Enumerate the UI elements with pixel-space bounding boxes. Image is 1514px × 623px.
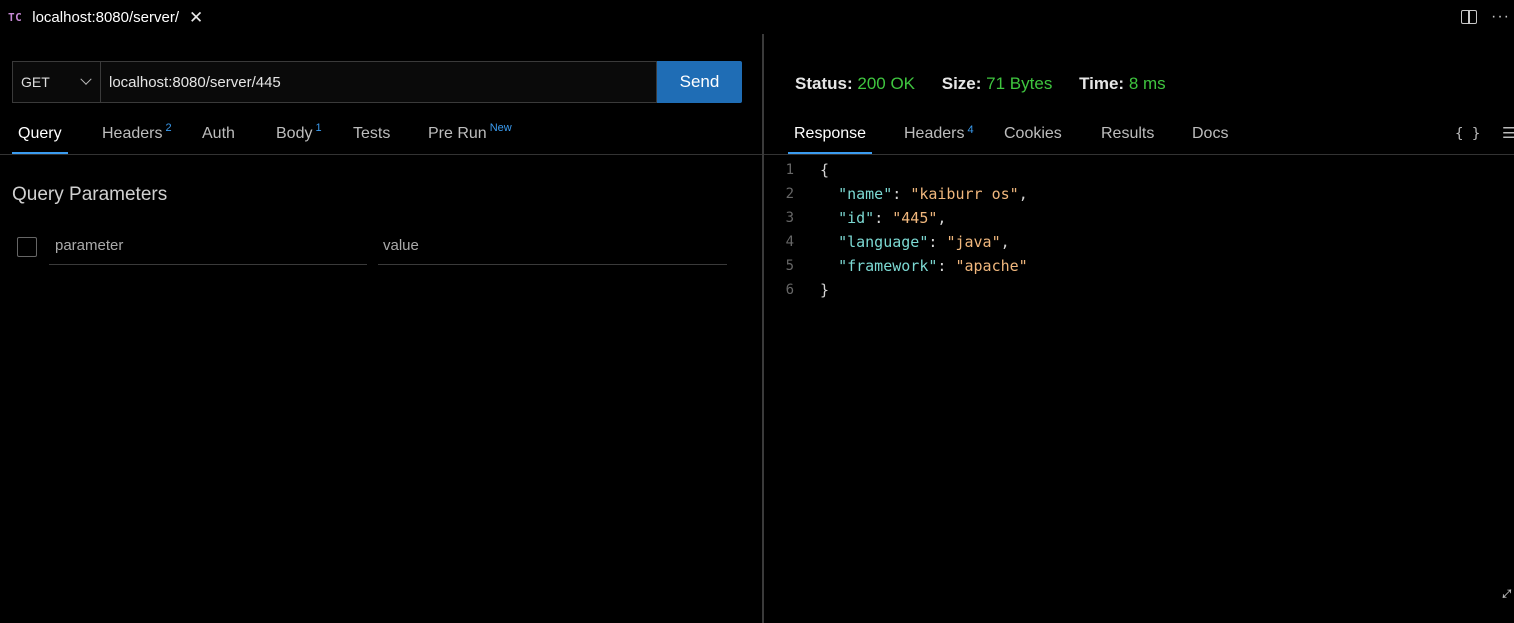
json-key: "id"	[838, 209, 875, 227]
tab-badge: 4	[967, 124, 974, 136]
line-number: 6	[785, 282, 794, 298]
divider	[764, 154, 1514, 155]
line-number: 2	[785, 186, 794, 202]
tab-docs[interactable]: Docs	[1192, 122, 1228, 154]
title-bar: TC localhost:8080/server/ ✕ ···	[0, 0, 1514, 34]
json-key: "language"	[838, 233, 929, 251]
response-pane: Status: 200 OK Size: 71 Bytes Time: 8 ms…	[764, 34, 1514, 623]
split-editor-icon[interactable]	[1461, 10, 1478, 24]
method-label: GET	[21, 74, 50, 90]
code-line: 6 }	[764, 278, 1028, 302]
response-tabs: Response Headers 4 Cookies Results Docs {…	[788, 122, 1514, 154]
line-number: 1	[785, 162, 794, 178]
tab-label: Query	[18, 125, 62, 142]
status-label: Status:	[795, 74, 853, 93]
format-json-icon[interactable]: { }	[1455, 122, 1480, 146]
send-button[interactable]: Send	[657, 61, 742, 103]
code-line: 5 "framework": "apache"	[764, 254, 1028, 278]
line-number: 3	[785, 210, 794, 226]
chevron-down-icon	[80, 73, 92, 85]
size-label: Size:	[941, 74, 982, 93]
tab-badge: 2	[165, 122, 172, 134]
tab-body[interactable]: Body 1	[276, 122, 322, 154]
time-label: Time:	[1079, 74, 1125, 93]
tab-label: Headers	[102, 125, 163, 142]
parameter-input[interactable]: parameter	[49, 234, 367, 265]
tab-label: Body	[276, 125, 313, 142]
tab-label: Results	[1101, 125, 1155, 142]
url-bar: GET localhost:8080/server/445 Send	[12, 61, 742, 103]
divider	[0, 154, 762, 155]
tab-label: Docs	[1192, 125, 1229, 142]
code-line: 2 "name": "kaiburr os",	[764, 182, 1028, 206]
json-brace: }	[820, 281, 830, 299]
close-icon[interactable]: ✕	[189, 9, 203, 26]
tab-pre-run[interactable]: Pre Run New	[428, 122, 512, 154]
json-comma: ,	[937, 209, 947, 227]
size-value: 71 Bytes	[986, 74, 1053, 93]
tab-title: localhost:8080/server/	[32, 8, 179, 26]
new-badge: New	[489, 122, 512, 134]
code-line: 4 "language": "java",	[764, 230, 1028, 254]
query-param-row: parameter value	[17, 234, 727, 266]
url-input[interactable]: localhost:8080/server/445	[100, 61, 657, 103]
line-number: 4	[785, 234, 794, 250]
tab-label: Headers	[904, 125, 965, 142]
json-brace: {	[820, 161, 830, 179]
editor-tab[interactable]: TC localhost:8080/server/ ✕	[0, 0, 203, 34]
code-line: 1 {	[764, 158, 1028, 182]
tab-query[interactable]: Query	[12, 122, 68, 154]
tab-label: Pre Run	[428, 125, 487, 142]
method-select[interactable]: GET	[12, 61, 100, 103]
response-body-editor[interactable]: 1 { 2 "name": "kaiburr os", 3 "id": "445…	[764, 158, 1028, 302]
json-value: "java"	[946, 233, 1001, 251]
url-value: localhost:8080/server/445	[109, 73, 281, 91]
tab-label: Auth	[202, 125, 235, 142]
time-value: 8 ms	[1128, 74, 1166, 93]
menu-icon[interactable]: ☰	[1502, 122, 1514, 146]
tab-label: Cookies	[1004, 125, 1062, 142]
tab-label: Response	[794, 125, 867, 142]
tab-tests[interactable]: Tests	[353, 122, 390, 154]
json-key: "framework"	[838, 257, 938, 275]
tab-auth[interactable]: Auth	[202, 122, 235, 154]
request-tabs: Query Headers 2 Auth Body 1 Tests Pre Run N…	[12, 122, 762, 154]
expand-icon[interactable]: ↕	[1495, 582, 1514, 605]
json-value: "445"	[892, 209, 938, 227]
tab-badge: 1	[315, 122, 322, 134]
tab-label: Tests	[353, 125, 391, 142]
json-comma: ,	[1000, 233, 1010, 251]
tab-response-headers[interactable]: Headers 4	[904, 122, 974, 154]
tab-headers[interactable]: Headers 2	[102, 122, 172, 154]
query-parameters-heading: Query Parameters	[12, 184, 168, 205]
tab-cookies[interactable]: Cookies	[1004, 122, 1062, 154]
editor-actions: ···	[1461, 0, 1514, 34]
response-status-bar: Status: 200 OK Size: 71 Bytes Time: 8 ms	[795, 74, 1188, 94]
status-value: 200 OK	[857, 74, 916, 93]
line-number: 5	[785, 258, 794, 274]
json-value: "apache"	[955, 257, 1028, 275]
tab-results[interactable]: Results	[1101, 122, 1154, 154]
thunder-client-logo-icon: TC	[8, 10, 23, 24]
tab-response[interactable]: Response	[788, 122, 873, 154]
json-comma: ,	[1018, 185, 1028, 203]
json-value: "kaiburr os"	[910, 185, 1019, 203]
value-input[interactable]: value	[378, 234, 727, 265]
more-actions-icon[interactable]: ···	[1491, 8, 1510, 26]
json-key: "name"	[838, 185, 893, 203]
code-line: 3 "id": "445",	[764, 206, 1028, 230]
request-pane: GET localhost:8080/server/445 Send Query…	[0, 34, 762, 623]
param-enable-checkbox[interactable]	[17, 237, 37, 257]
